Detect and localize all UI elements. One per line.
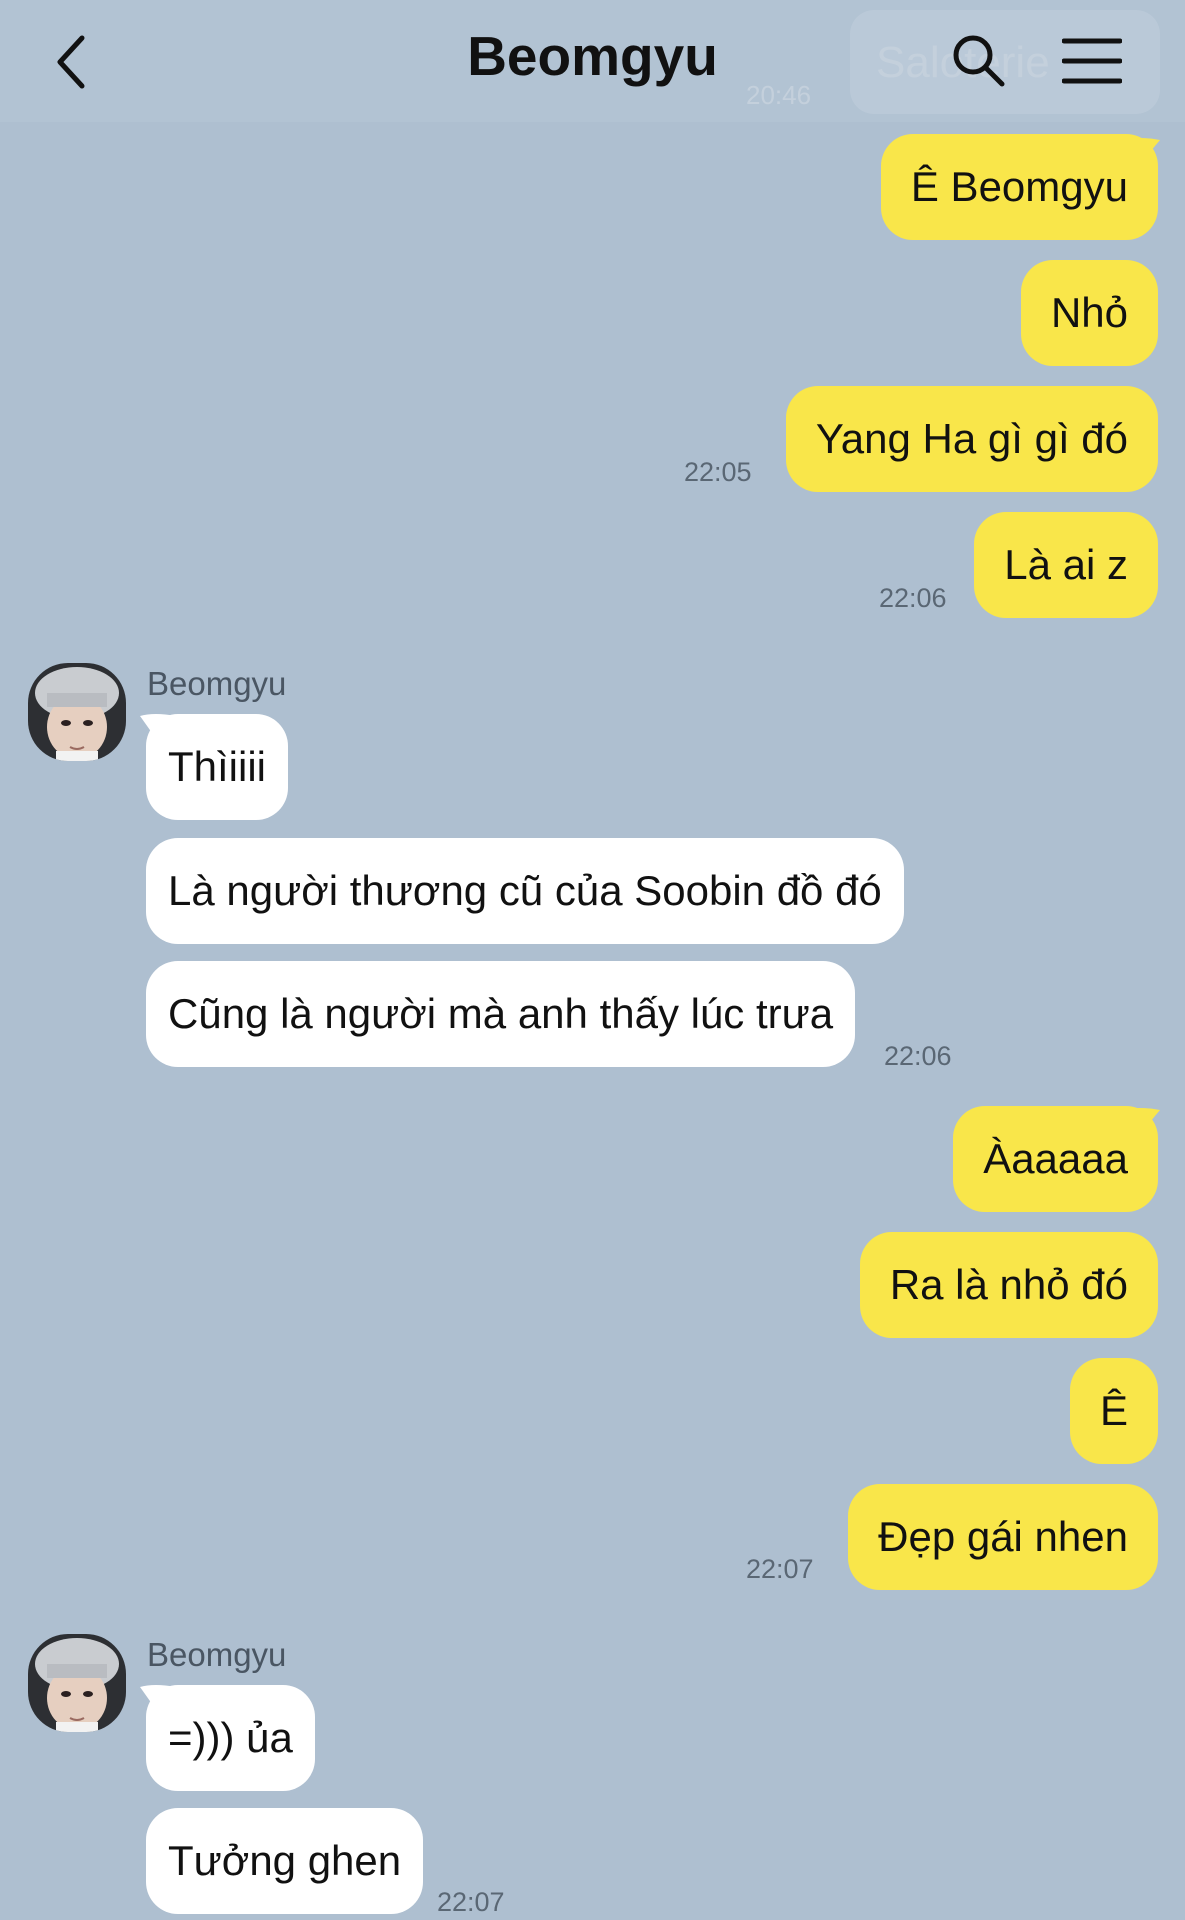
their-message-bubble[interactable]: =))) ủa xyxy=(146,1685,315,1791)
my-message-bubble[interactable]: Àaaaaa xyxy=(953,1106,1158,1212)
avatar-photo xyxy=(28,663,126,761)
contact-avatar[interactable] xyxy=(28,1634,126,1732)
avatar-photo xyxy=(28,1634,126,1732)
menu-icon[interactable] xyxy=(1062,36,1122,86)
message-timestamp: 22:06 xyxy=(884,1041,952,1071)
message-timestamp: 22:07 xyxy=(437,1887,505,1917)
search-icon[interactable] xyxy=(950,32,1006,88)
my-message-bubble[interactable]: Yang Ha gì gì đó xyxy=(785,386,1158,492)
contact-avatar[interactable] xyxy=(28,663,126,761)
message-timestamp: 22:07 xyxy=(746,1554,814,1584)
my-message-bubble[interactable]: Là ai z xyxy=(974,512,1158,618)
their-message-bubble[interactable]: Thìiiii xyxy=(146,714,289,820)
message-timestamp: 22:06 xyxy=(879,583,947,613)
message-timestamp: 22:05 xyxy=(684,457,752,487)
my-message-bubble[interactable]: Ê Beomgyu xyxy=(880,134,1158,240)
my-message-bubble[interactable]: Ra là nhỏ đó xyxy=(859,1232,1158,1338)
their-message-bubble[interactable]: Cũng là người mà anh thấy lúc trưa xyxy=(146,961,856,1067)
my-message-bubble[interactable]: Nhỏ xyxy=(1020,260,1158,366)
sender-name: Beomgyu xyxy=(147,665,287,702)
their-message-bubble[interactable]: Là người thương cũ của Soobin đồ đó xyxy=(146,838,904,944)
my-message-bubble[interactable]: Ê xyxy=(1069,1358,1158,1464)
my-message-bubble[interactable]: Đẹp gái nhen xyxy=(848,1484,1158,1590)
sender-name: Beomgyu xyxy=(147,1636,287,1673)
their-message-bubble[interactable]: Tưởng ghen xyxy=(146,1808,424,1914)
chat-title: Beomgyu xyxy=(467,25,718,87)
